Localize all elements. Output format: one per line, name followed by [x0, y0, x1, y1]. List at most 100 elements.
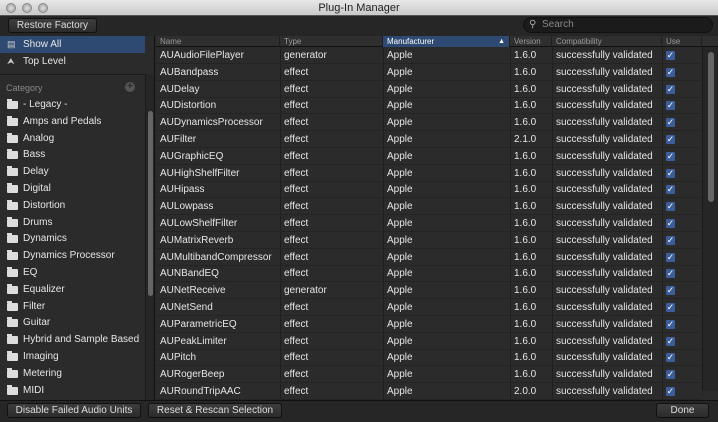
table-row[interactable]: AUPitch effect Apple 1.6.0 successfully vali…: [156, 349, 701, 367]
table-row[interactable]: AUHighShelfFilter effect Apple 1.6.0 success…: [156, 165, 701, 182]
folder-icon: [7, 300, 18, 311]
cell-name: AUNBandEQ: [160, 268, 219, 280]
table-row[interactable]: AULowShelfFilter effect Apple 1.6.0 successf…: [156, 215, 701, 232]
cell-compatibility: successfully validated: [556, 184, 653, 196]
column-header-compatibility[interactable]: Compatibility: [552, 36, 662, 47]
sidebar-item-category[interactable]: Analog: [0, 130, 145, 147]
table-row[interactable]: AUDynamicsProcessor effect Apple 1.6.0 succe…: [156, 114, 701, 132]
table-row[interactable]: AULowpass effect Apple 1.6.0 successfully va…: [156, 198, 701, 216]
cell-type: effect: [284, 352, 309, 364]
column-header-type[interactable]: Type: [280, 36, 383, 47]
sidebar-item-label: Amps and Pedals: [23, 115, 102, 127]
table-row[interactable]: AUNetReceive generator Apple 1.6.0 successfu…: [156, 282, 701, 300]
scroll-thumb[interactable]: [708, 52, 714, 202]
cell-manufacturer: Apple: [387, 117, 413, 129]
table-row[interactable]: AUPeakLimiter effect Apple 1.6.0 successfull…: [156, 333, 701, 350]
table-row[interactable]: AUNetSend effect Apple 1.6.0 successfully va…: [156, 299, 701, 316]
zoom-button[interactable]: [38, 3, 48, 13]
sidebar-item-show-all[interactable]: ▤ Show All: [0, 36, 145, 53]
minimize-button[interactable]: [22, 3, 32, 13]
cell-compatibility: successfully validated: [556, 318, 653, 330]
cell-name: AULowShelfFilter: [160, 218, 238, 229]
sidebar-item-category[interactable]: Dynamics: [0, 230, 145, 247]
sidebar-item-category[interactable]: Guitar: [0, 314, 145, 331]
cell-name: AURoundTripAAC: [160, 386, 241, 397]
sidebar-item-category[interactable]: Digital: [0, 180, 145, 197]
use-checkbox[interactable]: ✓: [666, 387, 675, 396]
table-row[interactable]: AURoundTripAAC effect Apple 2.0.0 successful…: [156, 383, 701, 400]
use-checkbox[interactable]: ✓: [666, 101, 675, 111]
sidebar-item-category[interactable]: - Legacy -: [0, 96, 145, 113]
scroll-thumb[interactable]: [148, 111, 153, 296]
table-row[interactable]: AUAudioFilePlayer generator Apple 1.6.0 succ…: [156, 47, 701, 64]
sidebar-item-category[interactable]: EQ: [0, 264, 145, 281]
cell-type: effect: [284, 268, 309, 280]
use-checkbox[interactable]: ✓: [666, 219, 675, 228]
cell-name: AUPeakLimiter: [160, 335, 227, 347]
reset-rescan-button[interactable]: Reset & Rescan Selection: [148, 403, 282, 418]
sidebar-item-category[interactable]: MIDI: [0, 382, 145, 399]
use-checkbox[interactable]: ✓: [666, 370, 675, 380]
sidebar-item-category[interactable]: Hybrid and Sample Based: [0, 331, 145, 348]
column-header-version[interactable]: Version: [510, 36, 552, 47]
column-header-manufacturer[interactable]: Manufacturer ▲: [383, 36, 510, 47]
plugin-table: Name Type Manufacturer ▲ Version Compatibilit…: [156, 36, 718, 400]
sidebar-scrollbar[interactable]: [145, 74, 154, 400]
folder-icon: [7, 317, 18, 328]
use-checkbox[interactable]: ✓: [666, 235, 675, 245]
sidebar-item-category[interactable]: Equalizer: [0, 281, 145, 298]
sidebar-item-category[interactable]: Metering: [0, 365, 145, 382]
use-checkbox[interactable]: ✓: [666, 51, 675, 60]
use-checkbox[interactable]: ✓: [666, 84, 675, 94]
sidebar-item-category[interactable]: Imaging: [0, 348, 145, 365]
table-row[interactable]: AUMultibandCompressor effect Apple 1.6.0 suc…: [156, 249, 701, 266]
close-button[interactable]: [6, 3, 16, 13]
cell-compatibility: successfully validated: [556, 335, 653, 347]
use-checkbox[interactable]: ✓: [666, 202, 675, 212]
table-scrollbar[interactable]: [702, 47, 718, 391]
sidebar-item-category[interactable]: Drums: [0, 214, 145, 231]
sidebar-item-category[interactable]: Distortion: [0, 197, 145, 214]
column-header-use[interactable]: Use: [662, 36, 702, 47]
search-input[interactable]: ⚲ Search: [523, 17, 713, 33]
use-checkbox[interactable]: ✓: [666, 286, 675, 296]
sidebar-item-category[interactable]: Dynamics Processor: [0, 247, 145, 264]
table-row[interactable]: AUBandpass effect Apple 1.6.0 successfully v…: [156, 64, 701, 81]
cell-compatibility: successfully validated: [556, 83, 653, 95]
use-checkbox[interactable]: ✓: [666, 151, 675, 161]
done-button[interactable]: Done: [656, 403, 709, 418]
use-checkbox[interactable]: ✓: [666, 67, 675, 77]
sidebar-item-label: Guitar: [23, 317, 51, 329]
disable-failed-button[interactable]: Disable Failed Audio Units: [7, 403, 141, 418]
use-checkbox[interactable]: ✓: [666, 269, 675, 279]
sidebar-item-category[interactable]: Bass: [0, 146, 145, 163]
table-row[interactable]: AUFilter effect Apple 2.1.0 successfully val…: [156, 131, 701, 148]
cell-compatibility: successfully validated: [556, 285, 653, 297]
sidebar-item-category[interactable]: Delay: [0, 163, 145, 180]
table-row[interactable]: AUGraphicEQ effect Apple 1.6.0 successfully …: [156, 148, 701, 165]
column-header-name[interactable]: Name: [156, 36, 280, 47]
sidebar-item-top-level[interactable]: ⮝ Top Level: [0, 53, 145, 70]
table-row[interactable]: AUDistortion effect Apple 1.6.0 successfully…: [156, 97, 701, 115]
sidebar-item-category[interactable]: Filter: [0, 298, 145, 315]
use-checkbox[interactable]: ✓: [666, 353, 675, 363]
use-checkbox[interactable]: ✓: [666, 252, 675, 262]
table-row[interactable]: AUHipass effect Apple 1.6.0 successfully val…: [156, 181, 701, 199]
use-checkbox[interactable]: ✓: [666, 135, 675, 144]
table-row[interactable]: AUMatrixReverb effect Apple 1.6.0 successful…: [156, 232, 701, 249]
use-checkbox[interactable]: ✓: [666, 336, 675, 346]
use-checkbox[interactable]: ✓: [666, 118, 675, 128]
folder-icon: [7, 183, 18, 193]
add-category-icon[interactable]: +: [125, 82, 135, 92]
use-checkbox[interactable]: ✓: [666, 168, 675, 178]
use-checkbox[interactable]: ✓: [666, 185, 675, 195]
table-row[interactable]: AUDelay effect Apple 1.6.0 successfully vali…: [156, 81, 701, 98]
use-checkbox[interactable]: ✓: [666, 303, 675, 312]
restore-factory-button[interactable]: Restore Factory: [8, 18, 97, 33]
cell-manufacturer: Apple: [387, 167, 413, 179]
table-row[interactable]: AUParametricEQ effect Apple 1.6.0 successful…: [156, 316, 701, 333]
table-row[interactable]: AUNBandEQ effect Apple 1.6.0 successfully va…: [156, 265, 701, 283]
sidebar-item-category[interactable]: Amps and Pedals: [0, 113, 145, 130]
use-checkbox[interactable]: ✓: [666, 319, 675, 329]
table-row[interactable]: AURogerBeep effect Apple 1.6.0 successfully …: [156, 366, 701, 384]
